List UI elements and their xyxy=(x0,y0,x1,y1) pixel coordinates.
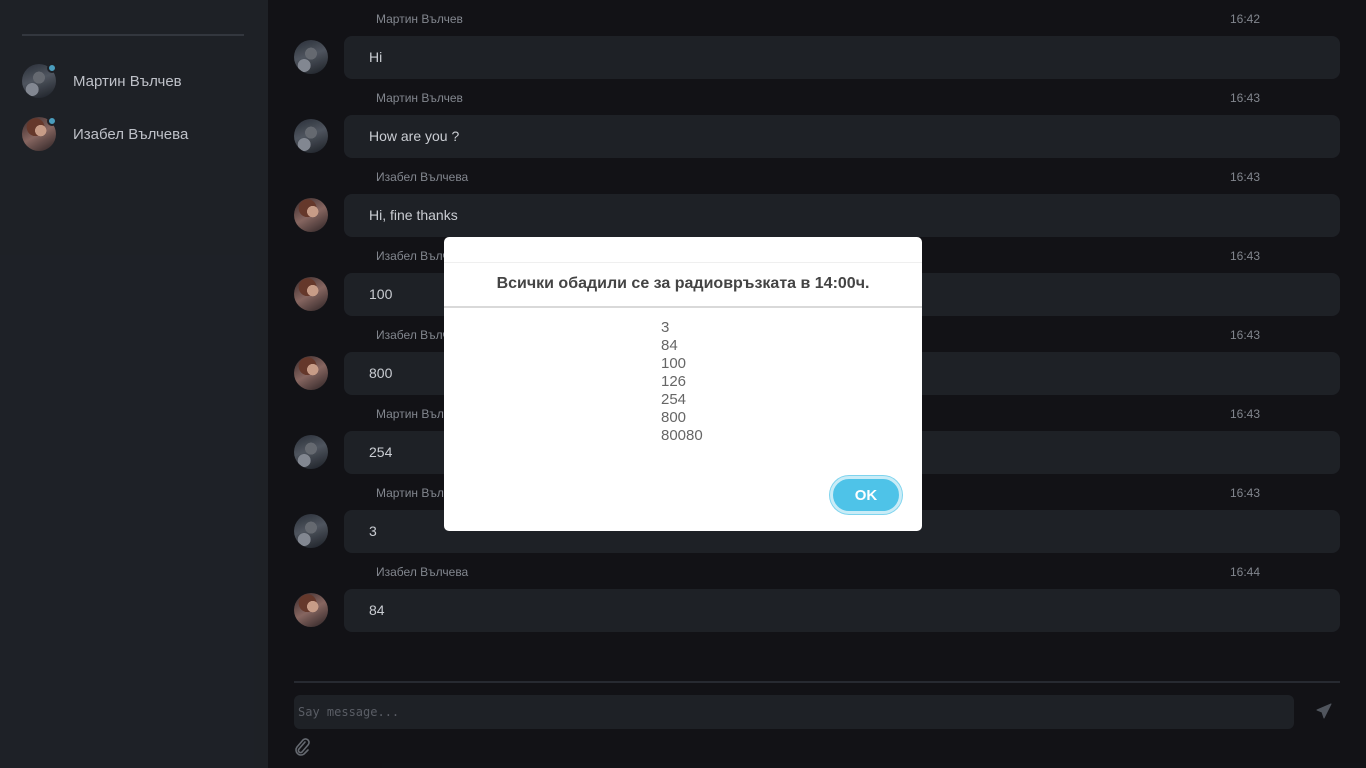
list-item: 126 xyxy=(661,373,687,390)
list-item: 254 xyxy=(661,391,687,408)
dialog-number-list: 3 84 100 126 254 800 80080 xyxy=(661,319,703,445)
dialog-divider xyxy=(444,306,922,308)
modal-overlay: Всички обадили се за радиовръзката в 14:… xyxy=(0,0,1366,768)
ok-button[interactable]: OK xyxy=(830,476,902,514)
list-item: 84 xyxy=(661,337,678,354)
list-item: 800 xyxy=(661,409,687,426)
dialog-divider xyxy=(444,262,922,263)
list-item: 80080 xyxy=(661,427,703,444)
alert-dialog: Всички обадили се за радиовръзката в 14:… xyxy=(444,237,922,531)
list-item: 100 xyxy=(661,355,687,372)
dialog-title: Всички обадили се за радиовръзката в 14:… xyxy=(496,275,870,292)
list-item: 3 xyxy=(661,319,670,336)
